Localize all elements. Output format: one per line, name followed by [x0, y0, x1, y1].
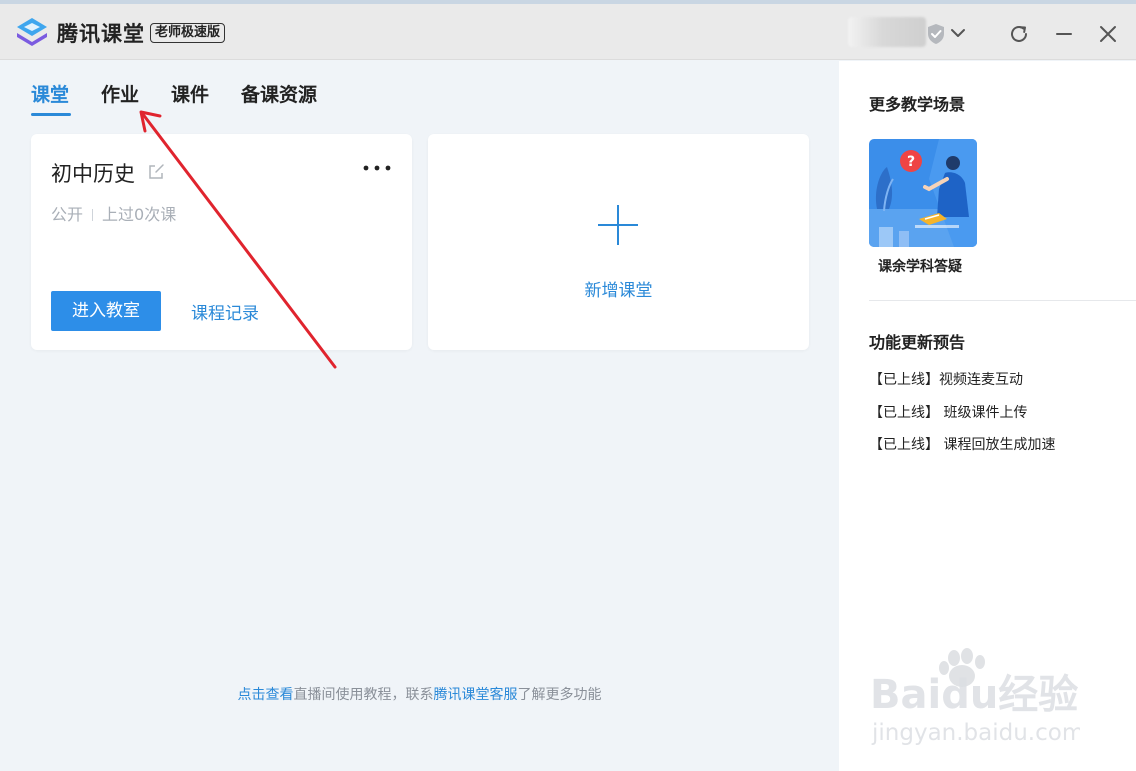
footer-help-text: 点击查看直播间使用教程，联系腾讯课堂客服了解更多功能	[0, 684, 839, 704]
update-item: 【已上线】 课程回放生成加速	[869, 437, 1056, 453]
qa-scene-label[interactable]: 课余学科答疑	[878, 256, 962, 276]
footer-text-2: 了解更多功能	[517, 687, 602, 703]
course-name: 初中历史	[51, 162, 135, 186]
edit-icon[interactable]	[147, 163, 165, 181]
edition-badge: 老师极速版	[150, 23, 226, 43]
tab-classroom[interactable]: 课堂	[31, 80, 71, 116]
course-sessions: 上过0次课	[102, 205, 177, 224]
scenes-heading: 更多教学场景	[869, 95, 966, 114]
update-item: 【已上线】视频连麦互动	[869, 372, 1023, 388]
tab-courseware[interactable]: 课件	[171, 80, 209, 107]
user-avatar-blurred[interactable]	[848, 17, 926, 47]
watermark-url: jingyan.baidu.com	[871, 720, 1080, 746]
add-classroom-card[interactable]: 新增课堂	[428, 134, 809, 350]
sidebar-divider	[869, 300, 1136, 301]
course-meta: 公开 上过0次课	[51, 201, 176, 225]
tab-homework[interactable]: 作业	[101, 80, 139, 107]
add-classroom-label: 新增课堂	[584, 281, 653, 301]
close-icon[interactable]	[1096, 22, 1120, 46]
main-panel: 课堂 作业 课件 备课资源 初中历史 公开 上过0次课 进入教室 课程记录 新增课…	[0, 61, 839, 771]
tab-prep-resources[interactable]: 备课资源	[241, 80, 317, 107]
footer-text-1: 直播间使用教程，联系	[293, 687, 434, 703]
meta-divider	[92, 209, 94, 221]
update-item: 【已上线】 班级课件上传	[869, 405, 1028, 421]
minimize-icon[interactable]	[1052, 22, 1076, 46]
plus-icon	[598, 205, 638, 245]
tencent-classroom-logo-icon	[17, 18, 47, 46]
chevron-down-icon[interactable]	[948, 23, 968, 43]
updates-heading: 功能更新预告	[869, 333, 966, 352]
watermark-brand: Baidu经验	[870, 672, 1078, 718]
course-record-link[interactable]: 课程记录	[191, 299, 259, 324]
more-icon[interactable]	[361, 158, 393, 178]
tutorial-link[interactable]: 点击查看	[238, 687, 294, 703]
course-visibility: 公开	[51, 205, 84, 224]
qa-scene-illustration[interactable]: ?	[869, 139, 977, 247]
refresh-icon[interactable]	[1007, 22, 1031, 46]
svg-text:?: ?	[907, 154, 915, 170]
title-bar: 腾讯课堂 老师极速版	[0, 4, 1136, 60]
tab-label: 课堂	[31, 84, 70, 106]
course-card: 初中历史 公开 上过0次课 进入教室 课程记录	[31, 134, 412, 350]
shield-check-icon	[928, 24, 944, 44]
customer-service-link[interactable]: 腾讯课堂客服	[434, 687, 518, 703]
enter-classroom-button[interactable]: 进入教室	[51, 291, 161, 331]
active-tab-underline	[31, 113, 71, 116]
baidu-jingyan-watermark: Baidu经验 jingyan.baidu.com	[870, 648, 1080, 746]
app-title: 腾讯课堂	[57, 22, 145, 46]
